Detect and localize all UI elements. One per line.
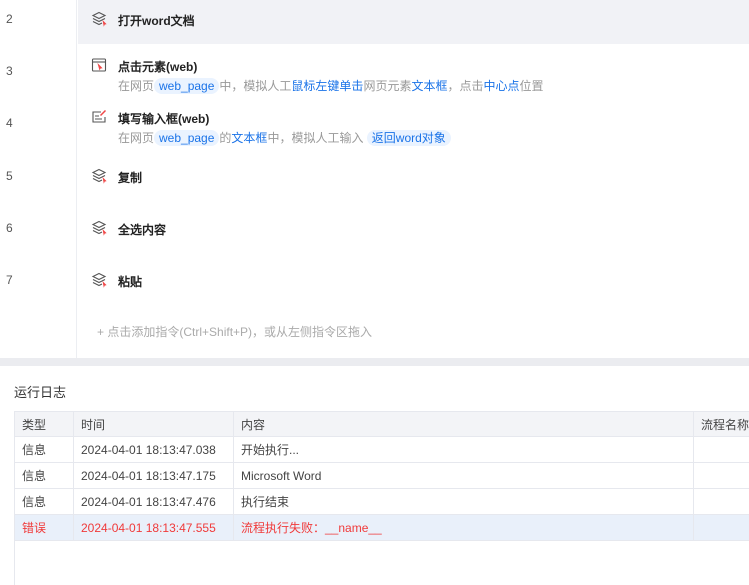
step-description: 在网页web_page中，模拟人工鼠标左键单击网页元素文本框，点击中心点位置: [118, 77, 544, 94]
line-number: 2: [6, 12, 13, 26]
line-number: 3: [6, 64, 13, 78]
log-table: 类型 时间 内容 流程名称 信息2024-04-01 18:13:47.038开…: [14, 411, 749, 585]
line-number: 7: [6, 273, 13, 287]
log-time: 2024-04-01 18:13:47.555: [74, 515, 234, 541]
layers-icon: [91, 11, 107, 27]
col-type[interactable]: 类型: [15, 412, 74, 437]
line-number: 5: [6, 169, 13, 183]
line-number: 6: [6, 221, 13, 235]
desc-text: 网页元素: [363, 79, 411, 93]
flow-step[interactable]: 填写输入框(web) 在网页web_page的文本框中，模拟人工输入 返回word…: [78, 104, 749, 156]
empty-space: [15, 541, 749, 585]
log-row[interactable]: 信息2024-04-01 18:13:47.476执行结束: [15, 489, 749, 515]
log-type: 信息: [15, 463, 74, 489]
log-flow: [694, 437, 749, 463]
log-row[interactable]: 信息2024-04-01 18:13:47.038开始执行...: [15, 437, 749, 463]
log-content: 流程执行失败：__name__: [234, 515, 694, 541]
flow-step[interactable]: 打开word文档: [78, 0, 749, 44]
step-title: 全选内容: [118, 221, 166, 238]
edit-input-icon: [91, 109, 107, 125]
layers-icon: [91, 272, 107, 288]
desc-text: 中，模拟人工: [219, 79, 291, 93]
flow-step[interactable]: 复制: [78, 157, 749, 209]
col-content[interactable]: 内容: [234, 412, 694, 437]
log-type: 信息: [15, 489, 74, 515]
flow-step[interactable]: 粘贴: [78, 261, 749, 313]
param-highlight: 文本框: [411, 79, 447, 93]
add-instruction-hint[interactable]: + 点击添加指令(Ctrl+Shift+P)，或从左侧指令区拖入: [97, 323, 372, 340]
flow-step[interactable]: 点击元素(web) 在网页web_page中，模拟人工鼠标左键单击网页元素文本框，…: [78, 52, 749, 104]
log-row[interactable]: 信息2024-04-01 18:13:47.175Microsoft Word: [15, 463, 749, 489]
variable-chip[interactable]: web_page: [154, 130, 219, 146]
log-type: 错误: [15, 515, 74, 541]
log-flow: [694, 515, 749, 541]
flow-editor: 2打开word文档3点击元素(web)在网页web_page中，模拟人工鼠标左键…: [0, 0, 749, 358]
desc-text: 在网页: [118, 79, 154, 93]
param-highlight: 文本框: [231, 131, 267, 145]
panel-divider[interactable]: [0, 358, 749, 366]
step-title: 填写输入框(web): [118, 110, 209, 127]
step-title: 点击元素(web): [118, 58, 197, 75]
desc-text: 位置: [520, 79, 544, 93]
col-flow-name[interactable]: 流程名称: [694, 412, 749, 437]
run-log-panel: 运行日志 类型 时间 内容 流程名称 信息2024-04-01 18:13:47…: [0, 366, 749, 584]
log-time: 2024-04-01 18:13:47.175: [74, 463, 234, 489]
click-element-icon: [91, 57, 107, 73]
log-type: 信息: [15, 437, 74, 463]
desc-text: 的: [219, 131, 231, 145]
log-flow: [694, 489, 749, 515]
log-content: 执行结束: [234, 489, 694, 515]
layers-icon: [91, 220, 107, 236]
step-title: 粘贴: [118, 273, 142, 290]
layers-icon: [91, 168, 107, 184]
param-highlight: 鼠标左键单击: [291, 79, 363, 93]
line-number: 4: [6, 116, 13, 130]
step-title: 复制: [118, 169, 142, 186]
log-content: Microsoft Word: [234, 463, 694, 489]
desc-text: ，点击: [447, 79, 483, 93]
log-title: 运行日志: [14, 382, 66, 401]
step-description: 在网页web_page的文本框中，模拟人工输入 返回word对象: [118, 129, 451, 146]
variable-chip[interactable]: 返回word对象: [367, 130, 451, 146]
log-time: 2024-04-01 18:13:47.476: [74, 489, 234, 515]
plus-icon: +: [97, 325, 107, 339]
desc-text: 中，模拟人工输入: [267, 131, 366, 145]
param-highlight: 中心点: [483, 79, 519, 93]
step-title: 打开word文档: [118, 12, 195, 29]
desc-text: 在网页: [118, 131, 154, 145]
flow-step[interactable]: 全选内容: [78, 209, 749, 261]
log-time: 2024-04-01 18:13:47.038: [74, 437, 234, 463]
log-row[interactable]: 错误2024-04-01 18:13:47.555流程执行失败：__name__: [15, 515, 749, 541]
variable-chip[interactable]: web_page: [154, 78, 219, 94]
log-flow: [694, 463, 749, 489]
col-time[interactable]: 时间: [74, 412, 234, 437]
log-content: 开始执行...: [234, 437, 694, 463]
